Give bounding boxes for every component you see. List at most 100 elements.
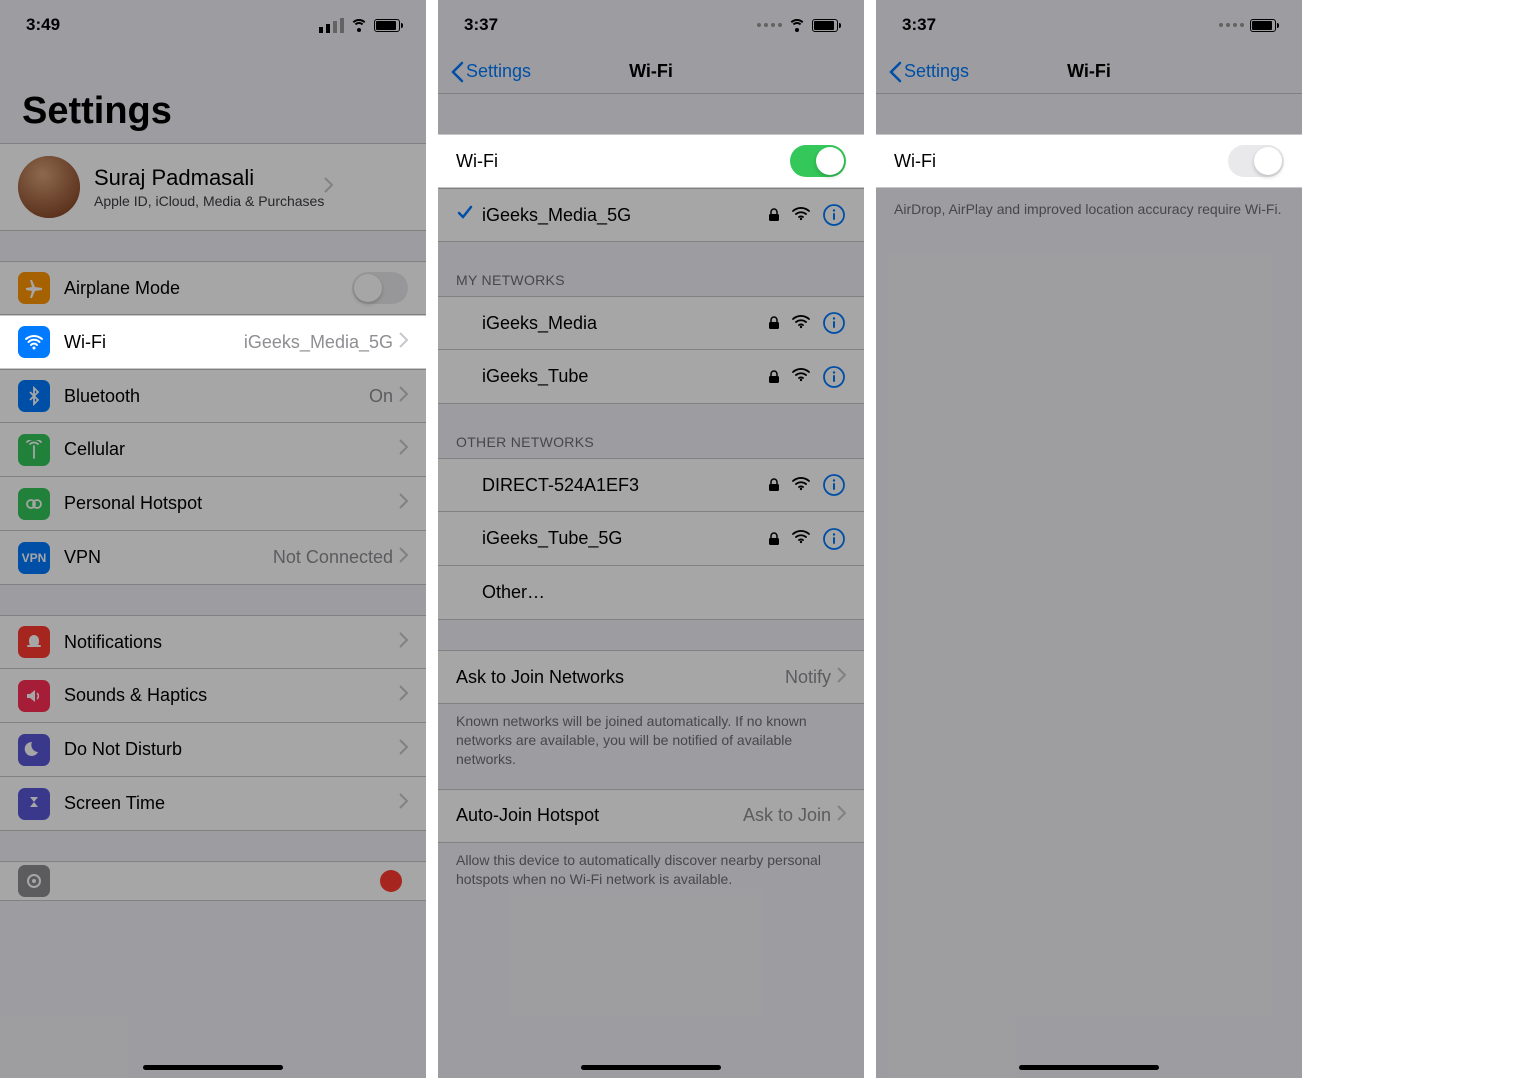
- gear-icon: [18, 865, 50, 897]
- notifications-row[interactable]: Notifications: [0, 615, 426, 669]
- connected-network-row[interactable]: iGeeks_Media_5G: [438, 188, 864, 242]
- row-label: Wi-Fi: [456, 151, 790, 172]
- cellular-dots-icon: [1219, 23, 1244, 27]
- row-label: Notifications: [64, 632, 399, 653]
- lock-icon: [768, 532, 780, 546]
- network-name: iGeeks_Media: [482, 313, 760, 334]
- row-label: Bluetooth: [64, 386, 369, 407]
- lock-icon: [768, 478, 780, 492]
- battery-icon: [812, 19, 838, 32]
- auto-join-hotspot-row[interactable]: Auto-Join Hotspot Ask to Join: [438, 789, 864, 843]
- row-label: Personal Hotspot: [64, 493, 399, 514]
- chevron-right-icon: [399, 685, 408, 706]
- cellular-row[interactable]: Cellular: [0, 423, 426, 477]
- row-value: On: [369, 386, 393, 407]
- battery-icon: [1250, 19, 1276, 32]
- lock-icon: [768, 208, 780, 222]
- partial-row[interactable]: [0, 861, 426, 901]
- row-label: Ask to Join Networks: [456, 667, 785, 688]
- wifi-toggle-row[interactable]: Wi-Fi: [876, 134, 1302, 188]
- airplane-icon: [18, 272, 50, 304]
- chevron-right-icon: [399, 547, 408, 568]
- back-label: Settings: [466, 61, 531, 82]
- chevron-right-icon: [399, 439, 408, 460]
- chevron-right-icon: [324, 177, 333, 198]
- wifi-status-icon: [350, 19, 368, 32]
- wifi-icon: [18, 326, 50, 358]
- vpn-row[interactable]: VPN VPN Not Connected: [0, 531, 426, 585]
- hotspot-row[interactable]: Personal Hotspot: [0, 477, 426, 531]
- avatar: [18, 156, 80, 218]
- bluetooth-icon: [18, 380, 50, 412]
- airplane-toggle[interactable]: [352, 272, 408, 304]
- network-row[interactable]: iGeeks_Tube_5G: [438, 512, 864, 566]
- chevron-right-icon: [399, 332, 408, 353]
- chevron-right-icon: [399, 493, 408, 514]
- link-icon: [18, 488, 50, 520]
- row-value: iGeeks_Media_5G: [244, 332, 393, 353]
- auto-footer: Allow this device to automatically disco…: [438, 843, 864, 889]
- info-icon[interactable]: [822, 203, 846, 227]
- network-row[interactable]: iGeeks_Media: [438, 296, 864, 350]
- vpn-icon: VPN: [18, 542, 50, 574]
- antenna-icon: [18, 434, 50, 466]
- home-indicator[interactable]: [1019, 1065, 1159, 1070]
- wifi-toggle-row[interactable]: Wi-Fi: [438, 134, 864, 188]
- network-row[interactable]: DIRECT-524A1EF3: [438, 458, 864, 512]
- ask-to-join-row[interactable]: Ask to Join Networks Notify: [438, 650, 864, 704]
- wifi-signal-icon: [792, 313, 810, 334]
- wifi-signal-icon: [792, 205, 810, 226]
- status-icons: [1219, 19, 1276, 32]
- lock-icon: [768, 370, 780, 384]
- sounds-row[interactable]: Sounds & Haptics: [0, 669, 426, 723]
- wifi-toggle[interactable]: [790, 145, 846, 177]
- row-label: Airplane Mode: [64, 278, 352, 299]
- lock-icon: [768, 316, 780, 330]
- bell-icon: [18, 626, 50, 658]
- row-label: Screen Time: [64, 793, 399, 814]
- bluetooth-row[interactable]: Bluetooth On: [0, 369, 426, 423]
- dnd-row[interactable]: Do Not Disturb: [0, 723, 426, 777]
- cellular-signal-icon: [319, 18, 344, 33]
- status-icons: [757, 19, 838, 32]
- row-label: VPN: [64, 547, 273, 568]
- back-label: Settings: [904, 61, 969, 82]
- screentime-row[interactable]: Screen Time: [0, 777, 426, 831]
- other-networks-header: OTHER NETWORKS: [438, 434, 864, 458]
- airplane-mode-row[interactable]: Airplane Mode: [0, 261, 426, 315]
- apple-id-row[interactable]: Suraj Padmasali Apple ID, iCloud, Media …: [0, 143, 426, 231]
- chevron-left-icon: [450, 61, 464, 83]
- apple-id-name: Suraj Padmasali: [94, 165, 324, 191]
- home-indicator[interactable]: [581, 1065, 721, 1070]
- row-label: Do Not Disturb: [64, 739, 399, 760]
- chevron-right-icon: [399, 739, 408, 760]
- row-label: Sounds & Haptics: [64, 685, 399, 706]
- battery-icon: [374, 19, 400, 32]
- wifi-off-footer: AirDrop, AirPlay and improved location a…: [876, 188, 1302, 219]
- back-button[interactable]: Settings: [450, 61, 531, 83]
- apple-id-sub: Apple ID, iCloud, Media & Purchases: [94, 193, 324, 209]
- wifi-row[interactable]: Wi-Fi iGeeks_Media_5G: [0, 315, 426, 369]
- status-time: 3:37: [464, 15, 498, 35]
- info-icon[interactable]: [822, 311, 846, 335]
- notification-badge: [380, 870, 402, 892]
- speaker-icon: [18, 680, 50, 712]
- info-icon[interactable]: [822, 527, 846, 551]
- row-label: Cellular: [64, 439, 399, 460]
- wifi-toggle[interactable]: [1228, 145, 1284, 177]
- home-indicator[interactable]: [143, 1065, 283, 1070]
- info-icon[interactable]: [822, 473, 846, 497]
- back-button[interactable]: Settings: [888, 61, 969, 83]
- chevron-right-icon: [399, 793, 408, 814]
- info-icon[interactable]: [822, 365, 846, 389]
- other-network-row[interactable]: Other…: [438, 566, 864, 620]
- nav-title: Wi-Fi: [629, 61, 673, 82]
- network-name: iGeeks_Tube_5G: [482, 528, 760, 549]
- page-title: Settings: [0, 50, 426, 143]
- status-icons: [319, 18, 400, 33]
- wifi-signal-icon: [792, 475, 810, 496]
- status-time: 3:37: [902, 15, 936, 35]
- network-row[interactable]: iGeeks_Tube: [438, 350, 864, 404]
- row-value: Notify: [785, 667, 831, 688]
- ask-footer: Known networks will be joined automatica…: [438, 704, 864, 769]
